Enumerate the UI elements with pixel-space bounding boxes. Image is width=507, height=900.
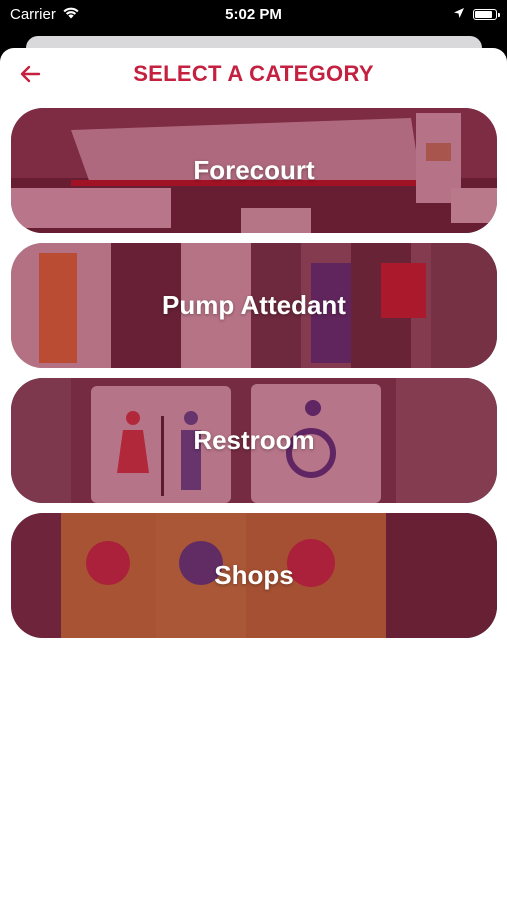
status-time: 5:02 PM [225, 6, 282, 23]
status-bar: Carrier 5:02 PM [0, 0, 507, 30]
category-card-forecourt[interactable]: Forecourt [11, 108, 497, 233]
status-right [453, 6, 500, 23]
category-label: Restroom [193, 425, 315, 455]
header: SELECT A CATEGORY [0, 48, 507, 100]
category-card-shops[interactable]: Shops [11, 513, 497, 638]
category-label: Forecourt [193, 155, 315, 185]
page-title: SELECT A CATEGORY [133, 61, 374, 86]
category-sheet: SELECT A CATEGORY Forecourt Pump Attedan… [0, 48, 507, 900]
category-card-pump-attendant[interactable]: Pump Attedant [11, 243, 497, 368]
category-card-restroom[interactable]: Restroom [11, 378, 497, 503]
category-list: Forecourt Pump Attedant Restroom Shops [11, 108, 497, 648]
category-label: Shops [214, 560, 294, 590]
location-arrow-icon [453, 6, 465, 23]
battery-icon [473, 9, 500, 20]
category-label: Pump Attedant [162, 290, 346, 320]
